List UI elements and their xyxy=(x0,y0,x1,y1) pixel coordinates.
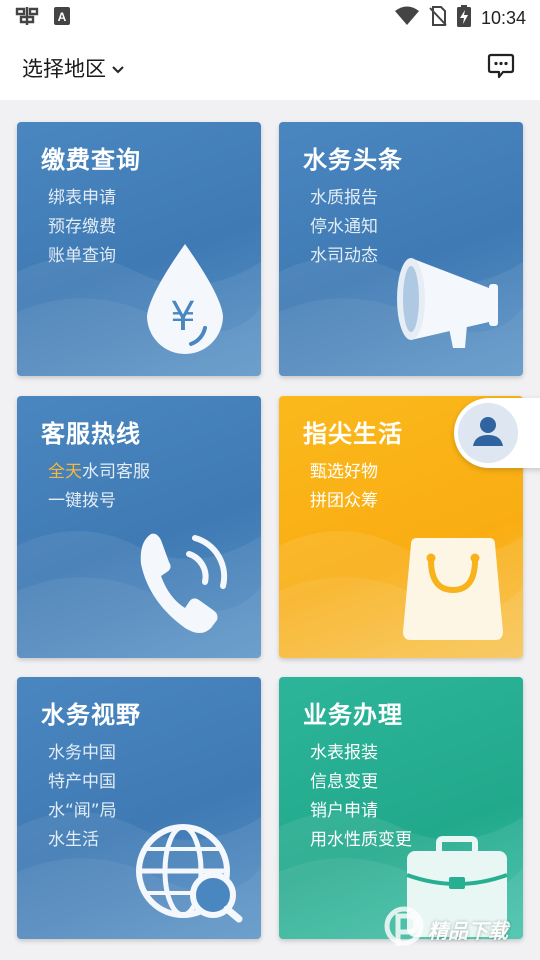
battery-charging-icon xyxy=(456,5,471,31)
watermark-logo-icon xyxy=(384,904,424,954)
wifi-icon xyxy=(394,6,419,30)
water-drop-yen-icon: ¥ xyxy=(139,240,231,364)
card-links: 绑表申请 预存缴费 账单查询 xyxy=(48,184,116,271)
region-selector[interactable]: 选择地区 xyxy=(22,53,124,83)
avatar xyxy=(458,403,518,463)
link-water-news-bureau[interactable]: 水“闻”局 xyxy=(48,797,117,826)
card-title: 水务头条 xyxy=(303,146,403,174)
globe-search-icon xyxy=(135,823,245,927)
card-title: 业务办理 xyxy=(303,701,403,729)
no-sim-icon xyxy=(429,6,447,30)
chevron-down-icon xyxy=(112,59,124,78)
card-water-news[interactable]: 水务头条 水质报告 停水通知 水司动态 xyxy=(279,122,523,376)
watermark: 精品下载 xyxy=(384,898,540,960)
card-water-vision[interactable]: 水务视野 水务中国 特产中国 水“闻”局 水生活 xyxy=(17,677,261,939)
link-water-quality[interactable]: 水质报告 xyxy=(310,184,378,213)
status-bar: A 10:34 xyxy=(0,0,540,36)
card-links: 全天水司客服 一键拨号 xyxy=(48,458,150,516)
link-meter-install[interactable]: 水表报装 xyxy=(310,739,412,768)
highlight-text: 全天 xyxy=(48,462,82,482)
user-icon xyxy=(471,415,505,451)
link-outage-notice[interactable]: 停水通知 xyxy=(310,213,378,242)
link-usage-type-change[interactable]: 用水性质变更 xyxy=(310,826,412,855)
message-button[interactable] xyxy=(484,51,518,85)
a-badge-icon: A xyxy=(54,7,70,29)
link-account-cancel[interactable]: 销户申请 xyxy=(310,797,412,826)
bug-icon xyxy=(14,5,40,31)
link-bind-meter[interactable]: 绑表申请 xyxy=(48,184,116,213)
link-specialty-china[interactable]: 特产中国 xyxy=(48,768,117,797)
link-text: 水司客服 xyxy=(82,462,150,482)
card-title: 客服热线 xyxy=(41,420,141,448)
svg-text:A: A xyxy=(58,10,67,24)
link-water-china[interactable]: 水务中国 xyxy=(48,739,117,768)
link-company-news[interactable]: 水司动态 xyxy=(310,242,378,271)
link-prepay[interactable]: 预存缴费 xyxy=(48,213,116,242)
watermark-text: 精品下载 xyxy=(428,918,508,943)
link-group-buy[interactable]: 拼团众筹 xyxy=(310,487,378,516)
svg-text:¥: ¥ xyxy=(170,294,195,340)
link-water-life[interactable]: 水生活 xyxy=(48,826,117,855)
card-payment-query[interactable]: 缴费查询 绑表申请 预存缴费 账单查询 ¥ xyxy=(17,122,261,376)
card-links: 水表报装 信息变更 销户申请 用水性质变更 xyxy=(310,739,412,855)
card-links: 甄选好物 拼团众筹 xyxy=(310,458,378,516)
region-label: 选择地区 xyxy=(22,57,106,81)
link-selected-goods[interactable]: 甄选好物 xyxy=(310,458,378,487)
card-links: 水务中国 特产中国 水“闻”局 水生活 xyxy=(48,739,117,855)
floating-user-button[interactable] xyxy=(454,398,540,468)
link-bill-query[interactable]: 账单查询 xyxy=(48,242,116,271)
chat-icon xyxy=(487,52,515,84)
link-info-change[interactable]: 信息变更 xyxy=(310,768,412,797)
shopping-bag-icon xyxy=(401,536,505,646)
megaphone-icon xyxy=(391,250,501,354)
phone-icon xyxy=(133,524,243,643)
app-header: 选择地区 xyxy=(0,36,540,100)
card-service-hotline[interactable]: 客服热线 全天水司客服 一键拨号 xyxy=(17,396,261,658)
card-title: 指尖生活 xyxy=(303,420,403,448)
card-title: 缴费查询 xyxy=(41,146,141,174)
link-allday-service[interactable]: 全天水司客服 xyxy=(48,458,150,487)
card-links: 水质报告 停水通知 水司动态 xyxy=(310,184,378,271)
link-one-click-call[interactable]: 一键拨号 xyxy=(48,487,150,516)
status-time: 10:34 xyxy=(480,7,526,28)
card-title: 水务视野 xyxy=(41,701,141,729)
